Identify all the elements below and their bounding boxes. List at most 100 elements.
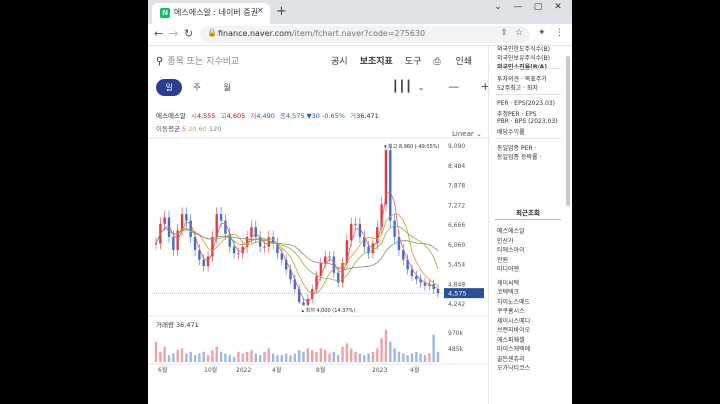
volume-bar <box>393 348 396 362</box>
recent-stock-item[interactable]: 마이스캐텍에 <box>497 344 530 353</box>
volume-bar <box>315 351 318 362</box>
candle-body <box>219 214 223 221</box>
candle-body <box>163 217 166 224</box>
volume-bar <box>350 348 353 362</box>
moving-average-line <box>155 191 439 303</box>
bookmark-star-icon[interactable]: ☆ <box>515 28 523 38</box>
volume-bar <box>302 351 305 362</box>
volume-bar <box>159 351 162 362</box>
recent-stock-item[interactable]: 쿠쿠홈시스 <box>497 306 525 315</box>
reload-icon[interactable]: ↻ <box>184 27 193 40</box>
foreign-ownership-item: 외국인한도주식수(B) <box>497 46 550 53</box>
recent-stock-item[interactable]: 전원 <box>497 255 508 264</box>
tab-strip: N 에스에스알 : 네이버 증권 × + ⌄ — ▢ ✕ <box>148 0 572 24</box>
lock-icon: 🔒 <box>207 28 217 37</box>
volume-bar <box>397 351 401 362</box>
share-icon[interactable]: ⇪ <box>500 28 508 38</box>
candle-body <box>237 253 240 255</box>
forward-icon[interactable]: → <box>169 27 178 40</box>
volume-bar <box>337 355 340 362</box>
price-chart[interactable]: 9,090 8,484 7,878 7,272 6,666 6,060 5,454 4,848… <box>148 46 488 404</box>
price-tick-label: 7,878 <box>448 183 465 190</box>
sidebar-divider <box>495 94 561 95</box>
volume-bar <box>324 350 327 362</box>
volume-bar <box>436 351 440 362</box>
price-tick-label: 9,090 <box>448 143 465 150</box>
minimize-button[interactable]: — <box>508 2 528 12</box>
price-tick-label: 6,666 <box>448 222 465 229</box>
maximize-button[interactable]: ▢ <box>528 2 548 12</box>
volume-bar <box>376 348 379 362</box>
browser-window: N 에스에스알 : 네이버 증권 × + ⌄ — ▢ ✕ ← → ↻ 🔒 financ… <box>148 0 572 404</box>
recent-stock-item[interactable]: 티에스아이 <box>497 245 525 254</box>
tab-close-icon[interactable]: × <box>256 6 264 16</box>
volume-bar <box>293 353 297 362</box>
sidebar-scrollbar[interactable] <box>566 56 570 206</box>
volume-bar <box>363 355 366 362</box>
recent-stock-item[interactable]: 미디어젠 <box>497 264 519 273</box>
volume-bar <box>180 348 184 362</box>
current-price-label: 4,575 <box>448 290 467 298</box>
close-window-button[interactable]: ✕ <box>548 2 568 12</box>
candle-body <box>328 256 331 258</box>
volume-bar <box>297 350 301 362</box>
volume-bar <box>258 355 262 362</box>
volume-bar <box>193 355 197 362</box>
volume-bar <box>271 353 275 362</box>
menu-icon[interactable]: ⋮ <box>555 28 564 38</box>
price-tick-label: 8,484 <box>448 163 465 170</box>
volume-bar <box>289 355 292 362</box>
x-axis-label: 2023 <box>372 367 387 374</box>
volume-bar <box>237 351 240 362</box>
price-tick-label: 5,454 <box>448 262 465 269</box>
back-icon[interactable]: ← <box>154 27 163 40</box>
candle-body <box>302 302 305 306</box>
foreign-ownership-item: 외국인보유주식수(B) <box>497 55 550 62</box>
recent-stock-item[interactable]: 제이시스메디 <box>497 316 530 325</box>
volume-bar <box>389 341 392 362</box>
x-axis-label: 2022 <box>236 367 251 374</box>
volume-bar <box>176 350 179 362</box>
candle-body <box>371 243 375 254</box>
volume-bar <box>310 350 314 362</box>
candle-body <box>206 256 210 267</box>
sector-per-item: 동일업종 PER · <box>497 145 537 152</box>
volume-bar <box>185 353 188 362</box>
recent-stock-item[interactable]: 에스에스알 <box>497 226 525 235</box>
sidebar-divider <box>495 138 561 139</box>
volume-bar <box>328 353 331 362</box>
volume-bar <box>219 351 223 362</box>
investment-opinion-item: 투자의견 · 목표주가 <box>497 76 547 83</box>
recent-stock-item[interactable]: 인산가 <box>497 236 514 245</box>
recent-views-header[interactable]: 최근조회 <box>495 206 561 220</box>
volume-bar <box>250 350 253 362</box>
x-axis-label: 4월 <box>410 366 419 374</box>
recent-stock-item[interactable]: 차이노스메드 <box>497 297 530 306</box>
address-bar[interactable]: 🔒 finance.naver.com/item/fchart.naver?co… <box>200 26 530 43</box>
volume-bar <box>284 353 288 362</box>
candle-body <box>172 236 175 250</box>
volume-bar <box>163 346 166 362</box>
recent-stock-item[interactable]: 브랜지바이오 <box>497 325 530 334</box>
right-sidebar: 외국인한도주식수(B) 외국인보유주식수(B)외국인소진율(B/A) 투자의견 · … <box>488 46 572 404</box>
naver-favicon-icon: N <box>160 8 170 18</box>
foreign-ownership-item: 외국인소진율(B/A) <box>497 62 547 71</box>
volume-bar <box>245 351 249 362</box>
recent-stock-item[interactable]: 골든센츄리 <box>497 354 525 363</box>
new-tab-button[interactable]: + <box>276 4 287 19</box>
recent-stock-item[interactable]: 오가닉티코스 <box>497 363 530 372</box>
browser-tab[interactable]: N 에스에스알 : 네이버 증권 × <box>152 3 270 24</box>
volume-bar <box>345 343 349 362</box>
price-tick-label: 7,272 <box>448 202 465 209</box>
extensions-icon[interactable]: ✦ <box>538 28 546 38</box>
tab-search-icon[interactable]: ⌄ <box>488 2 508 12</box>
per-item: PBR · BPS (2023.03) <box>497 118 558 125</box>
volume-bar <box>280 355 284 362</box>
recent-stock-item[interactable]: 에스피웨셀 <box>497 335 525 344</box>
recent-stock-item[interactable]: 코텍텍크 <box>497 287 519 296</box>
candle-body <box>254 227 257 237</box>
navigation-bar: ← → ↻ 🔒 finance.naver.com/item/fchart.na… <box>148 24 572 46</box>
volume-bar <box>358 353 362 362</box>
candle-body <box>350 223 353 241</box>
recent-stock-item[interactable]: 케이씨텍 <box>497 278 519 287</box>
